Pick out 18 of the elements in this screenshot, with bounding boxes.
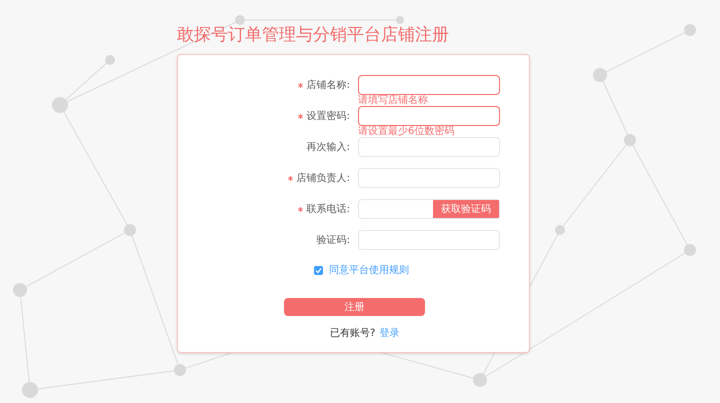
field-label: 设置密码: [306,110,350,124]
text-input[interactable] [358,75,500,95]
field-label: 验证码: [316,234,350,248]
error-message: 请填写店铺名称 [358,95,428,106]
phone-input[interactable]: 获取验证码 [358,199,500,219]
agree-rules-label[interactable]: 同意平台使用规则 [329,263,409,278]
page-title: 敢探号订单管理与分销平台店铺注册 [177,24,450,46]
field-label: 再次输入: [306,140,350,154]
text-input[interactable] [358,106,500,126]
field-label: 店铺负责人: [296,172,350,186]
checkbox[interactable] [314,266,323,275]
error-message: 请设置最少6位数密码 [358,126,454,137]
field-label: 店铺名称: [306,78,350,92]
get-code-button[interactable]: 获取验证码 [433,200,499,218]
login-link[interactable]: 登录 [379,326,400,341]
register-button[interactable]: 注册 [284,298,425,316]
login-prompt: 已有账号? [330,326,376,341]
field-label: 联系电话: [306,202,350,216]
